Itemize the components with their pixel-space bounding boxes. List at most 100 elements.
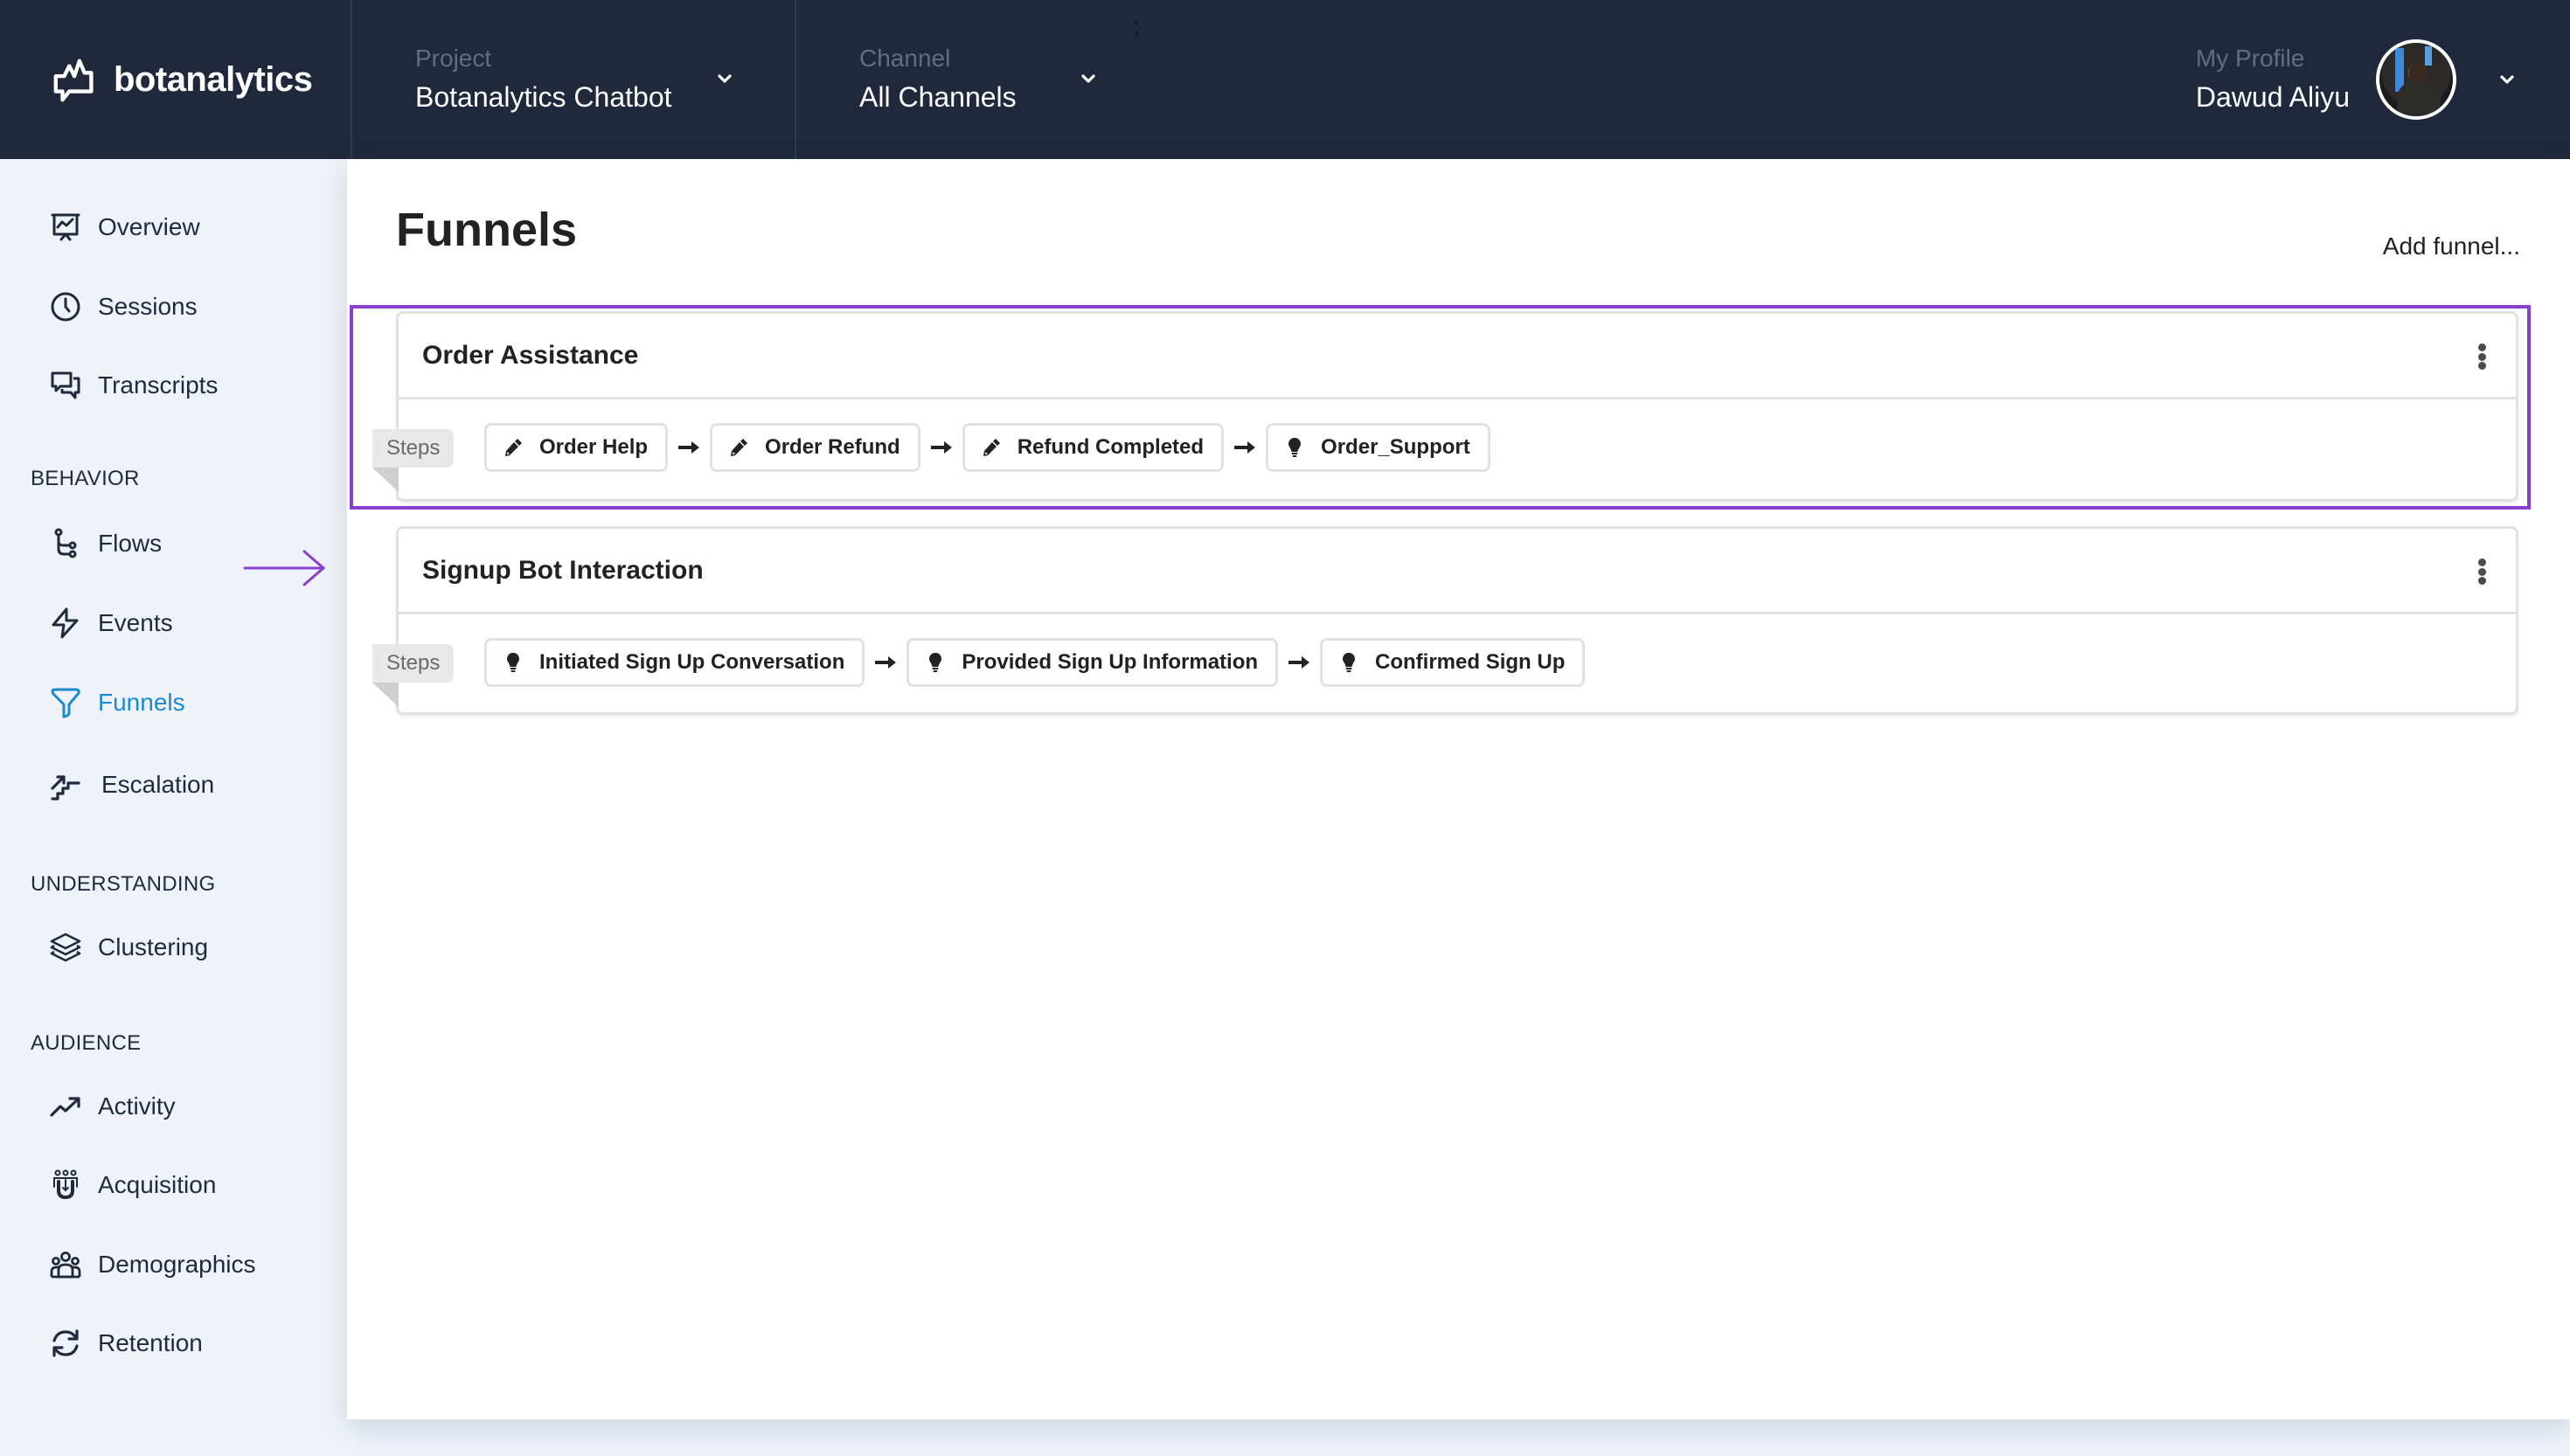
lightbulb-icon	[503, 652, 524, 673]
stray-mark: ;	[1133, 12, 1140, 38]
sidebar-item-label: Sessions	[98, 293, 198, 320]
sidebar-item-flows[interactable]: Flows	[49, 523, 162, 565]
funnel-step[interactable]: Refund Completed	[962, 423, 1225, 472]
sidebar-item-acquisition[interactable]: Acquisition	[49, 1164, 216, 1206]
stairs-arrow-icon	[49, 768, 82, 801]
step-label: Provided Sign Up Information	[962, 650, 1259, 674]
sidebar: Overview Sessions Transcripts BEHAVIOR F…	[0, 159, 347, 1456]
steps-row: Order Help Order Refund Refund Completed	[484, 423, 1490, 472]
funnel-step[interactable]: Confirmed Sign Up	[1320, 638, 1586, 687]
funnel-step[interactable]: Order Refund	[710, 423, 920, 472]
sidebar-item-label: Flows	[98, 530, 163, 557]
funnel-title: Order Assistance	[422, 340, 639, 370]
section-understanding: UNDERSTANDING	[31, 872, 216, 896]
users-group-icon	[49, 1248, 82, 1281]
add-funnel-link[interactable]: Add funnel...	[2383, 232, 2520, 260]
sidebar-item-activity[interactable]: Activity	[49, 1085, 176, 1127]
step-label: Order Help	[539, 435, 649, 459]
sidebar-item-label: Escalation	[101, 771, 215, 798]
chevron-down-icon	[718, 74, 732, 83]
funnel-card: Order Assistance Steps Order Help Order …	[372, 311, 2518, 502]
profile-name: Dawud Aliyu	[2195, 81, 2350, 113]
sidebar-item-label: Overview	[98, 213, 200, 240]
chevron-down-icon	[1081, 74, 1095, 83]
more-options-icon[interactable]	[2476, 558, 2488, 585]
sidebar-item-label: Activity	[98, 1092, 176, 1120]
refresh-icon	[49, 1327, 82, 1360]
step-label: Initiated Sign Up Conversation	[539, 650, 845, 674]
funnel-step[interactable]: Order_Support	[1266, 423, 1490, 472]
brand-name: botanalytics	[114, 59, 313, 99]
pencil-icon	[503, 437, 524, 458]
funnel-step[interactable]: Initiated Sign Up Conversation	[484, 638, 865, 687]
sidebar-item-clustering[interactable]: Clustering	[49, 926, 208, 968]
sidebar-item-label: Clustering	[98, 933, 209, 960]
steps-row: Initiated Sign Up Conversation Provided …	[484, 638, 1586, 687]
project-value: Botanalytics Chatbot	[415, 81, 672, 113]
layers-icon	[49, 931, 82, 964]
arrow-right-icon	[865, 656, 906, 669]
profile-menu[interactable]: My Profile Dawud Aliyu	[2196, 0, 2570, 159]
chat-pulse-logo-icon	[53, 59, 94, 102]
channel-value: All Channels	[859, 81, 1017, 113]
sidebar-item-label: Transcripts	[98, 371, 219, 399]
lightbulb-icon	[1284, 437, 1305, 458]
top-header: botanalytics Project Botanalytics Chatbo…	[0, 0, 2570, 159]
arrow-right-icon	[920, 441, 962, 454]
chat-bubbles-icon	[49, 369, 82, 402]
presentation-chart-icon	[49, 211, 82, 244]
pencil-icon	[981, 437, 1002, 458]
flow-branch-icon	[49, 527, 82, 560]
magnet-users-icon	[49, 1168, 82, 1202]
sidebar-item-label: Funnels	[98, 689, 185, 716]
funnel-title: Signup Bot Interaction	[422, 555, 704, 585]
funnel-card: Signup Bot Interaction Steps Initiated S…	[372, 526, 2518, 715]
sidebar-item-escalation[interactable]: Escalation	[49, 764, 214, 806]
steps-tag-fold	[372, 468, 399, 492]
section-audience: AUDIENCE	[31, 1031, 142, 1055]
channel-selector[interactable]: Channel All Channels	[796, 0, 1146, 159]
steps-tag: Steps	[372, 644, 455, 683]
project-selector[interactable]: Project Botanalytics Chatbot	[352, 0, 796, 159]
sidebar-item-events[interactable]: Events	[49, 602, 173, 644]
step-label: Refund Completed	[1017, 435, 1205, 459]
funnel-step[interactable]: Provided Sign Up Information	[906, 638, 1279, 687]
step-label: Order Refund	[765, 435, 900, 459]
project-label: Project	[415, 45, 492, 72]
arrow-right-icon	[668, 441, 710, 454]
sidebar-item-transcripts[interactable]: Transcripts	[49, 364, 218, 406]
steps-tag: Steps	[372, 429, 455, 468]
section-behavior: BEHAVIOR	[31, 467, 140, 490]
brand[interactable]: botanalytics	[0, 0, 352, 159]
profile-label: My Profile	[2195, 45, 2305, 72]
lightbulb-icon	[925, 652, 946, 673]
avatar[interactable]	[2376, 39, 2456, 120]
sidebar-item-label: Demographics	[98, 1251, 256, 1278]
chevron-down-icon[interactable]	[2497, 69, 2518, 90]
trending-up-icon	[49, 1090, 82, 1123]
channel-label: Channel	[859, 45, 951, 72]
pencil-icon	[728, 437, 749, 458]
sidebar-item-label: Acquisition	[98, 1171, 217, 1198]
steps-tag-fold	[372, 683, 399, 707]
sidebar-item-overview[interactable]: Overview	[49, 206, 200, 248]
main-content: Funnels Add funnel... Order Assistance S…	[347, 159, 2570, 1419]
lightning-icon	[49, 607, 82, 640]
sidebar-item-label: Events	[98, 609, 173, 636]
page-title: Funnels	[396, 204, 578, 256]
annotation-arrow-icon	[243, 550, 326, 586]
lightbulb-icon	[1338, 652, 1359, 673]
sidebar-item-retention[interactable]: Retention	[49, 1322, 203, 1364]
sidebar-item-label: Retention	[98, 1329, 203, 1356]
funnel-step[interactable]: Order Help	[484, 423, 669, 472]
arrow-right-icon	[1224, 441, 1266, 454]
funnel-icon	[49, 686, 82, 719]
more-options-icon[interactable]	[2476, 343, 2488, 370]
sidebar-item-demographics[interactable]: Demographics	[49, 1244, 256, 1286]
clock-icon	[49, 290, 82, 323]
sidebar-item-funnels[interactable]: Funnels	[49, 682, 185, 724]
step-label: Order_Support	[1321, 435, 1470, 459]
step-label: Confirmed Sign Up	[1375, 650, 1566, 674]
arrow-right-icon	[1278, 656, 1320, 669]
sidebar-item-sessions[interactable]: Sessions	[49, 286, 198, 328]
